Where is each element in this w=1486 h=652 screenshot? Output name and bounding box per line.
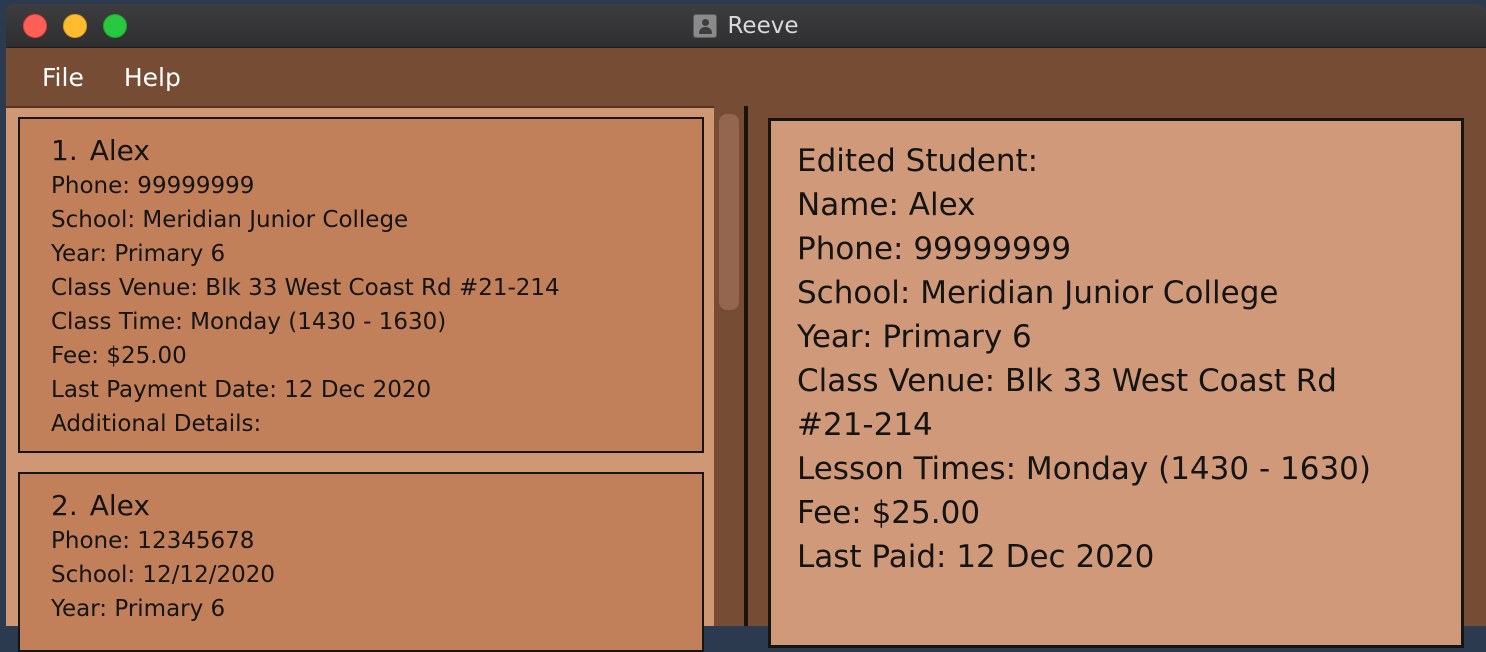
result-class-venue-continued: #21-214 [797,407,933,443]
student-phone: Phone: 12345678 [51,528,255,554]
result-heading: Edited Student: [797,143,1039,179]
student-card[interactable]: 1. Alex Phone: 99999999 School: Meridian … [18,117,704,453]
student-year: Year: Primary 6 [51,241,226,267]
window-title-group: Reeve [6,4,1486,48]
result-display: Edited Student: Name: Alex Phone: 999999… [768,118,1464,648]
result-school: School: Meridian Junior College [797,275,1279,311]
menu-bar: File Help [6,48,1486,106]
student-school: School: 12/12/2020 [51,562,275,588]
student-year: Year: Primary 6 [51,596,226,622]
student-name-row: 2. Alex [51,488,702,524]
menu-file[interactable]: File [42,63,84,92]
result-year: Year: Primary 6 [797,319,1032,355]
student-name: Alex [89,489,150,522]
student-class-time: Class Time: Monday (1430 - 1630) [51,309,447,335]
result-name: Name: Alex [797,187,976,223]
student-class-venue: Class Venue: Blk 33 West Coast Rd #21-21… [51,275,560,301]
student-last-payment: Last Payment Date: 12 Dec 2020 [51,377,432,403]
student-school: School: Meridian Junior College [51,207,409,233]
student-index: 2. [51,489,78,522]
scrollbar-thumb[interactable] [719,114,739,310]
result-lesson-times: Lesson Times: Monday (1430 - 1630) [797,451,1371,487]
student-index: 1. [51,134,78,167]
student-name: Alex [89,134,150,167]
student-fee: Fee: $25.00 [51,343,187,369]
contact-card-icon [693,14,718,38]
result-fee: Fee: $25.00 [797,495,981,531]
student-additional-details: Additional Details: [51,411,262,437]
student-phone: Phone: 99999999 [51,173,255,199]
student-card[interactable]: 2. Alex Phone: 12345678 School: 12/12/202… [18,472,704,652]
result-class-venue: Class Venue: Blk 33 West Coast Rd [797,363,1337,399]
result-last-paid: Last Paid: 12 Dec 2020 [797,539,1155,575]
result-phone: Phone: 99999999 [797,231,1072,267]
window-title: Reeve [727,13,799,39]
student-name-row: 1. Alex [51,133,702,169]
menu-help[interactable]: Help [124,63,181,92]
